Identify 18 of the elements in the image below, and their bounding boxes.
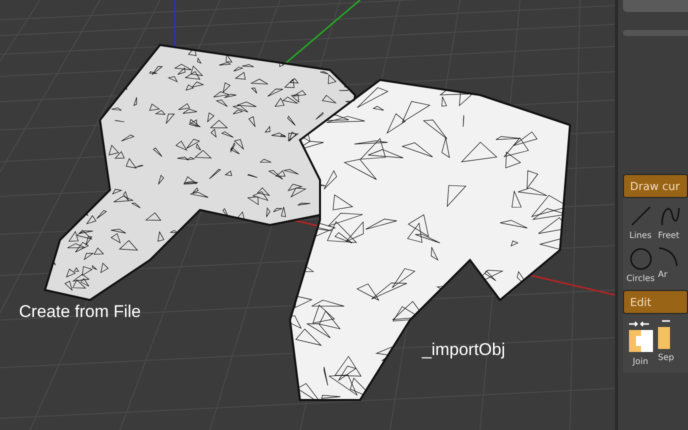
tool-label[interactable]: Sep <box>658 353 674 363</box>
tool-label[interactable]: Join <box>632 357 648 367</box>
line-icon <box>628 204 652 228</box>
circle-icon <box>628 247 652 271</box>
arc-icon <box>658 247 678 267</box>
object-label: Create from File <box>19 302 141 322</box>
object-label: _importObj <box>422 340 506 360</box>
3d-viewport[interactable]: Create from File _importObj <box>0 0 615 430</box>
tool-label[interactable]: Freet <box>658 231 680 241</box>
separate-icon <box>658 320 670 350</box>
panel-header <box>623 0 688 12</box>
tool-label[interactable]: Circles <box>626 274 655 284</box>
scroll-bar[interactable] <box>623 30 688 36</box>
tool-tab[interactable]: Draw cur <box>623 174 688 198</box>
tool-tab[interactable]: Edit <box>623 290 688 314</box>
tool-label[interactable]: Ar <box>658 270 668 280</box>
tool-label[interactable]: Lines <box>629 231 652 241</box>
join-icon <box>626 320 654 354</box>
